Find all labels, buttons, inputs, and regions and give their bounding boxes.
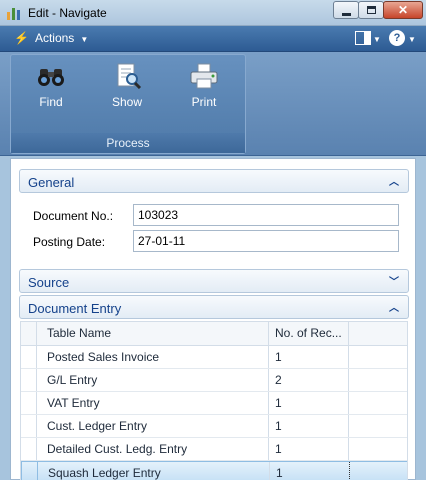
record-count-cell: 1	[269, 346, 349, 368]
app-icon	[7, 8, 20, 20]
general-fasttab-header[interactable]: General ︿	[19, 169, 409, 193]
minimize-button[interactable]	[333, 1, 359, 19]
document-entry-fasttab-header[interactable]: Document Entry ︿	[19, 295, 409, 319]
table-name-cell: VAT Entry	[37, 392, 269, 414]
source-fasttab-header[interactable]: Source ﹀	[19, 269, 409, 293]
close-icon: ✕	[397, 3, 409, 17]
row-selector[interactable]	[21, 346, 37, 368]
chevron-up-icon[interactable]: ︿	[389, 173, 399, 188]
chevron-down-icon[interactable]: ﹀	[389, 273, 399, 288]
record-count-cell: 1	[269, 392, 349, 414]
general-fasttab-title: General	[28, 175, 75, 190]
chevron-up-icon[interactable]: ︿	[389, 299, 399, 314]
minimize-icon	[342, 13, 351, 16]
chevron-down-icon[interactable]: ▼	[408, 35, 416, 44]
table-name-cell: Cust. Ledger Entry	[37, 415, 269, 437]
binoculars-icon	[38, 69, 64, 86]
lightning-icon: ⚡	[14, 31, 29, 45]
table-row-selected[interactable]: Squash Ledger Entry 1	[21, 461, 407, 480]
column-header-table-name[interactable]: Table Name	[37, 322, 269, 345]
table-row[interactable]: Detailed Cust. Ledg. Entry 1	[21, 438, 407, 461]
record-count-cell: 1	[269, 438, 349, 460]
table-row[interactable]: Cust. Ledger Entry 1	[21, 415, 407, 438]
source-fasttab-title: Source	[28, 275, 70, 290]
row-selector[interactable]	[21, 415, 37, 437]
show-button[interactable]: Show	[97, 61, 157, 115]
table-row[interactable]: G/L Entry 2	[21, 369, 407, 392]
document-entry-fasttab-title: Document Entry	[28, 301, 122, 316]
row-selector[interactable]	[21, 369, 37, 391]
chevron-down-icon: ▼	[80, 35, 89, 44]
show-label: Show	[111, 95, 143, 109]
find-label: Find	[39, 95, 63, 109]
row-selector[interactable]	[21, 438, 37, 460]
help-icon[interactable]: ?	[389, 30, 405, 46]
posting-date-label: Posting Date:	[33, 235, 106, 249]
maximize-icon	[367, 6, 376, 14]
table-name-cell: G/L Entry	[37, 369, 269, 391]
close-button[interactable]: ✕	[383, 1, 423, 19]
layout-icon[interactable]	[355, 31, 371, 45]
title-bar: Edit - Navigate ✕	[0, 0, 426, 26]
record-count-cell: 1	[270, 462, 350, 480]
print-label: Print	[191, 95, 217, 109]
table-row[interactable]: Posted Sales Invoice 1	[21, 346, 407, 369]
document-no-label: Document No.:	[33, 209, 114, 223]
document-no-field[interactable]	[133, 204, 399, 226]
record-count-cell: 2	[269, 369, 349, 391]
column-header-no-of-records[interactable]: No. of Rec...	[269, 322, 349, 345]
table-name-cell: Squash Ledger Entry	[38, 462, 270, 480]
find-button[interactable]: Find	[21, 61, 81, 115]
row-selector[interactable]	[21, 392, 37, 414]
table-name-cell: Detailed Cust. Ledg. Entry	[37, 438, 269, 460]
ribbon: Find Show Print Process	[0, 52, 426, 156]
actions-menu-button[interactable]: ⚡ Actions ▼	[14, 31, 88, 47]
table-row[interactable]: VAT Entry 1	[21, 392, 407, 415]
posting-date-field[interactable]	[133, 230, 399, 252]
command-bar: ⚡ Actions ▼ ▼ ? ▼	[0, 26, 426, 52]
table-header: Table Name No. of Rec...	[21, 322, 407, 346]
process-group: Find Show Print Process	[10, 54, 246, 154]
document-entry-table: Table Name No. of Rec... Posted Sales In…	[20, 321, 408, 480]
row-selector-header[interactable]	[21, 322, 37, 345]
maximize-button[interactable]	[358, 1, 384, 19]
page-content: General ︿ Document No.: Posting Date: So…	[10, 158, 416, 480]
document-magnifier-icon	[117, 63, 142, 89]
table-name-cell: Posted Sales Invoice	[37, 346, 269, 368]
printer-icon	[190, 63, 218, 89]
chevron-down-icon[interactable]: ▼	[373, 35, 381, 44]
row-selector[interactable]	[22, 462, 38, 480]
process-group-label: Process	[11, 133, 245, 153]
window-title: Edit - Navigate	[28, 6, 107, 20]
print-button[interactable]: Print	[174, 61, 234, 115]
actions-label: Actions	[34, 31, 75, 45]
record-count-cell: 1	[269, 415, 349, 437]
